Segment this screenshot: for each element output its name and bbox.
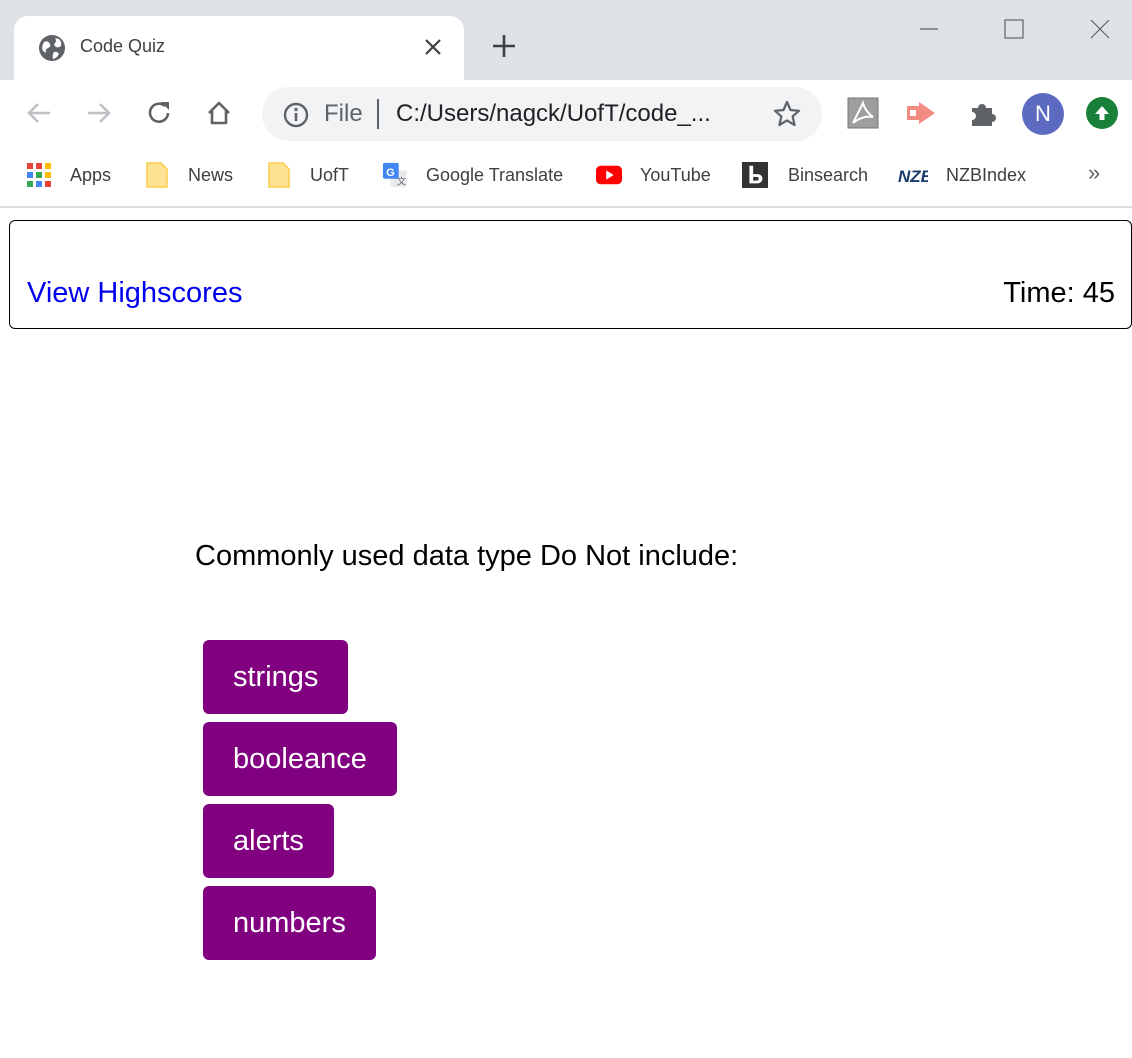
extensions-puzzle-icon[interactable] xyxy=(966,96,1000,130)
back-icon[interactable] xyxy=(22,96,56,130)
browser-toolbar: File C:/Users/nagck/UofT/code_... N xyxy=(0,80,1132,146)
youtube-icon xyxy=(596,162,622,188)
pdf-extension-icon[interactable] xyxy=(846,96,880,130)
url-text[interactable]: C:/Users/nagck/UofT/code_... xyxy=(396,100,711,128)
tab-title: Code Quiz xyxy=(80,36,166,56)
bookmark-label: Apps xyxy=(70,164,112,185)
view-highscores-link[interactable]: View Highscores xyxy=(27,277,242,310)
tab-strip: Code Quiz xyxy=(0,0,1132,80)
url-scheme: File xyxy=(324,100,363,127)
url-divider xyxy=(377,99,379,129)
address-bar[interactable]: File C:/Users/nagck/UofT/code_... xyxy=(262,87,822,141)
answer-button[interactable]: numbers xyxy=(203,886,376,960)
cast-extension-icon[interactable] xyxy=(905,96,939,130)
question-text: Commonly used data type Do Not include: xyxy=(195,540,739,572)
nzbindex-icon: NZB xyxy=(898,162,928,188)
tab-close-icon[interactable] xyxy=(420,34,446,60)
answer-list: strings booleance alerts numbers xyxy=(203,640,397,968)
binsearch-icon xyxy=(742,162,768,188)
svg-text:NZB: NZB xyxy=(898,167,928,186)
quiz-header: View Highscores Time: 45 xyxy=(9,220,1132,329)
answer-button[interactable]: strings xyxy=(203,640,349,714)
maximize-icon[interactable] xyxy=(999,14,1029,44)
bookmark-label: NZBIndex xyxy=(946,164,1027,185)
bookmark-star-icon[interactable] xyxy=(772,99,802,129)
bookmark-label: Binsearch xyxy=(788,164,869,185)
bookmark-google-translate[interactable]: G文 Google Translate xyxy=(382,160,563,190)
bookmark-apps[interactable]: Apps xyxy=(26,160,111,190)
new-tab-icon[interactable] xyxy=(488,30,520,62)
profile-avatar[interactable]: N xyxy=(1022,93,1064,135)
bookmark-nzbindex[interactable]: NZB NZBIndex xyxy=(898,160,1026,190)
answer-button[interactable]: booleance xyxy=(203,722,397,796)
bookmarks-overflow-icon[interactable]: » xyxy=(1088,160,1100,186)
globe-icon xyxy=(38,34,66,62)
bookmark-label: Google Translate xyxy=(426,164,564,185)
svg-text:文: 文 xyxy=(397,175,406,187)
google-translate-icon: G文 xyxy=(382,162,408,188)
folder-icon xyxy=(266,162,292,188)
browser-tab[interactable]: Code Quiz xyxy=(14,16,464,80)
bookmark-label: News xyxy=(188,164,234,185)
folder-icon xyxy=(144,162,170,188)
bookmark-news[interactable]: News xyxy=(144,160,233,190)
svg-text:G: G xyxy=(386,167,395,179)
bookmark-uoft[interactable]: UofT xyxy=(266,160,349,190)
update-arrow-icon[interactable] xyxy=(1086,97,1118,129)
forward-icon[interactable] xyxy=(82,96,116,130)
window-close-icon[interactable] xyxy=(1085,14,1115,44)
reload-icon[interactable] xyxy=(142,96,176,130)
bookmarks-bar: Apps News UofT G文 Google Translate YouTu… xyxy=(0,146,1132,208)
bookmark-label: YouTube xyxy=(640,164,711,185)
answer-button[interactable]: alerts xyxy=(203,804,334,878)
apps-grid-icon xyxy=(26,162,52,188)
timer: Time: 45 xyxy=(1003,277,1115,309)
bookmark-binsearch[interactable]: Binsearch xyxy=(742,160,868,190)
minimize-icon[interactable] xyxy=(914,14,944,44)
bookmark-youtube[interactable]: YouTube xyxy=(596,160,711,190)
home-icon[interactable] xyxy=(202,96,236,130)
site-info-icon[interactable] xyxy=(282,101,310,129)
bookmark-label: UofT xyxy=(310,164,350,185)
